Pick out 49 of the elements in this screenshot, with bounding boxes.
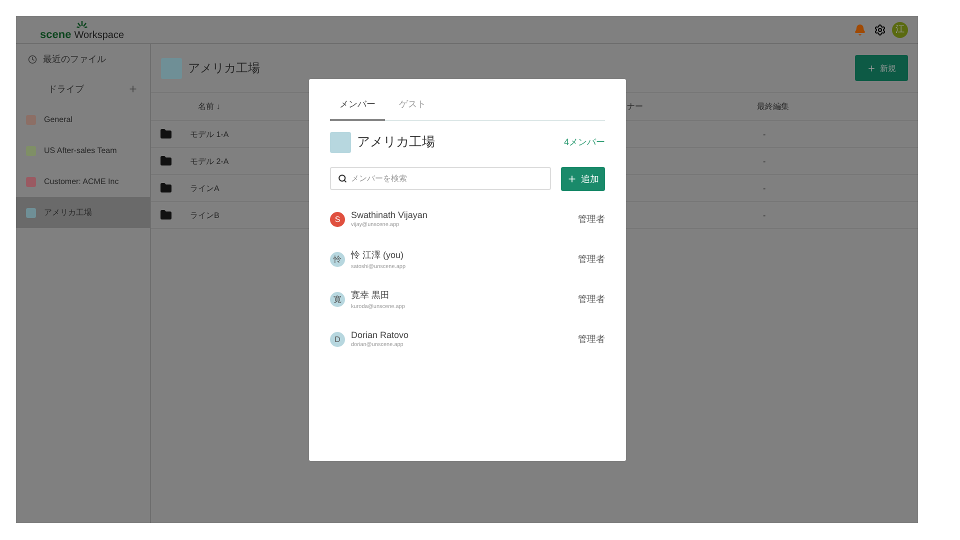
last-edited-cell: - (763, 156, 766, 166)
plus-icon (867, 64, 876, 72)
search-icon (338, 174, 347, 183)
file-name[interactable]: モデル 2-A (190, 156, 229, 166)
clock-icon (28, 54, 37, 64)
folder-icon (160, 155, 172, 167)
member-search-field[interactable]: メンバーを検索 (330, 167, 551, 190)
dialog-title: アメリカ工場 (357, 133, 435, 151)
member-role[interactable]: 管理者 (578, 332, 605, 346)
member-count: 4メンバー (564, 136, 605, 148)
member-name: Dorian Ratovo (351, 330, 409, 340)
logo-product: Workspace (74, 30, 124, 40)
member-role[interactable]: 管理者 (578, 292, 605, 306)
member-role[interactable]: 管理者 (578, 252, 605, 266)
logo-brand: scene (40, 28, 72, 40)
recent-files-link[interactable]: 最近のファイル (43, 52, 106, 66)
folder-title: アメリカ工場 (188, 60, 260, 76)
sidebar-item[interactable]: アメリカ工場 (16, 197, 150, 228)
dialog-tab[interactable]: ゲスト (385, 89, 440, 121)
member-avatar: D (330, 332, 345, 346)
user-avatar[interactable]: 江 (892, 22, 908, 38)
member-name: 寛幸 黒田 (351, 288, 391, 302)
file-name[interactable]: ラインB (190, 210, 220, 220)
column-header[interactable]: 最終編集 (757, 101, 789, 112)
add-drive-icon[interactable] (128, 84, 138, 94)
add-member-button[interactable]: 追加 (561, 167, 605, 191)
member-role[interactable]: 管理者 (578, 212, 605, 226)
folder-icon (160, 128, 172, 140)
notification-bell-icon[interactable] (854, 24, 866, 36)
last-edited-cell: - (763, 130, 766, 138)
last-edited-cell: - (763, 184, 766, 192)
folder-color-swatch (330, 132, 351, 152)
file-name[interactable]: モデル 1-A (190, 128, 229, 140)
folder-icon (160, 209, 172, 221)
member-name: 怜 江澤 (you) (351, 248, 405, 262)
column-header[interactable]: ナー (627, 101, 643, 112)
member-avatar: 寛 (330, 292, 345, 306)
new-button[interactable]: 新規 (855, 55, 908, 81)
member-name: Swathinath Vijayan (351, 210, 428, 220)
dialog-tab[interactable]: メンバー (330, 89, 385, 121)
column-header[interactable]: 名前 ↓ (198, 101, 220, 112)
last-edited-cell: - (763, 210, 766, 220)
settings-icon[interactable] (874, 24, 886, 36)
member-avatar: 怜 (330, 252, 345, 266)
member-avatar: S (330, 212, 345, 226)
file-name[interactable]: ラインA (190, 182, 220, 194)
drive-label: ドライブ (48, 82, 84, 96)
plus-icon (567, 174, 577, 184)
folder-icon (160, 182, 172, 194)
